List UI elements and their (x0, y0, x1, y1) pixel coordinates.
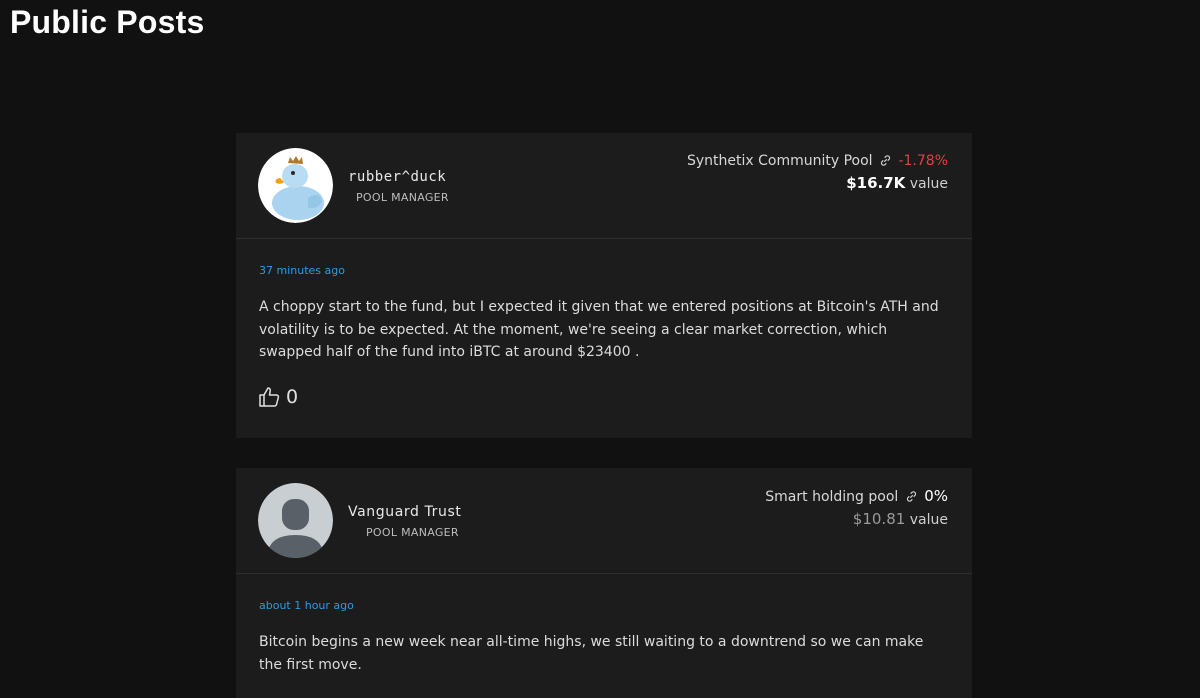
manager-name[interactable]: Vanguard Trust (348, 504, 461, 520)
avatar[interactable] (258, 148, 333, 223)
pool-change: 0% (924, 487, 948, 505)
post-card: Vanguard Trust POOL MANAGER Smart holdin… (236, 468, 972, 698)
post-header: Vanguard Trust POOL MANAGER Smart holdin… (236, 468, 972, 574)
post-timestamp[interactable]: 37 minutes ago (259, 264, 345, 277)
user-placeholder-icon (258, 483, 333, 558)
link-icon[interactable] (905, 490, 918, 503)
post-timestamp[interactable]: about 1 hour ago (259, 599, 354, 612)
like-button[interactable]: 0 (258, 385, 298, 409)
pool-value: $16.7K (846, 174, 906, 192)
rubber-duck-icon (258, 148, 333, 223)
pool-info: Synthetix Community Pool -1.78% $16.7K v… (687, 151, 948, 196)
page-title: Public Posts (10, 4, 205, 40)
value-label: value (909, 512, 948, 528)
value-label: value (909, 176, 948, 192)
avatar[interactable] (258, 483, 333, 558)
manager-name[interactable]: rubber^duck (348, 169, 446, 185)
manager-role: POOL MANAGER (366, 526, 459, 539)
like-count: 0 (286, 386, 299, 408)
pool-value: $10.81 (852, 510, 906, 528)
post-body: Bitcoin begins a new week near all-time … (259, 634, 924, 673)
pool-info: Smart holding pool 0% $10.81 value (765, 486, 948, 532)
pool-name-link[interactable]: Smart holding pool (765, 489, 898, 505)
manager-role: POOL MANAGER (356, 191, 449, 204)
thumbs-up-icon (259, 387, 280, 407)
post-body: A choppy start to the fund, but I expect… (259, 299, 939, 360)
link-icon[interactable] (879, 154, 892, 167)
pool-name-link[interactable]: Synthetix Community Pool (687, 153, 873, 169)
post-card: rubber^duck POOL MANAGER Synthetix Commu… (236, 133, 972, 438)
pool-change: -1.78% (898, 153, 948, 169)
post-header: rubber^duck POOL MANAGER Synthetix Commu… (236, 133, 972, 239)
